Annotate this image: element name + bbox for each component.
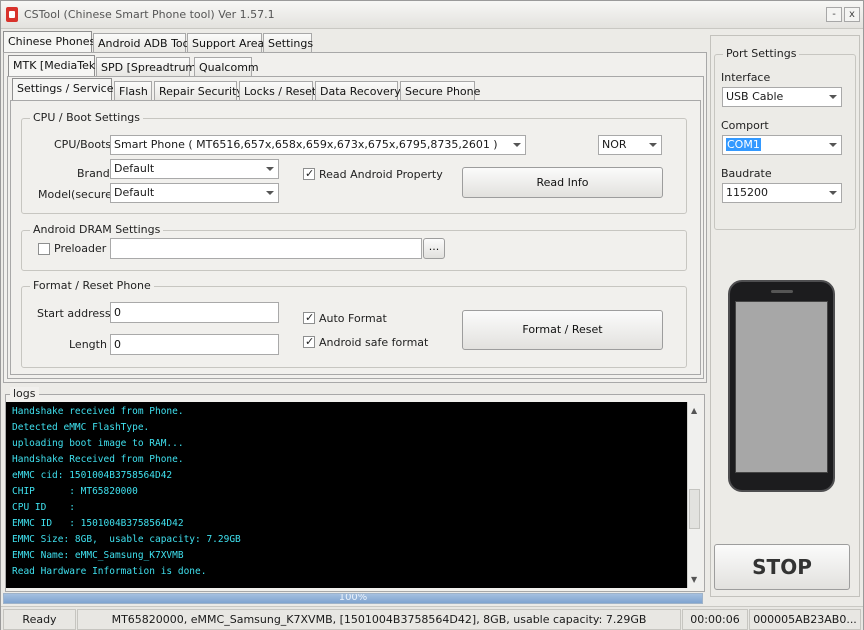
cpu-boot-group-title: CPU / Boot Settings (30, 111, 143, 124)
model-secure-label: Model(secure) (38, 188, 117, 201)
status-bar: Ready MT65820000, eMMC_Samsung_K7XVMB, [… (1, 606, 863, 630)
log-line: CHIP : MT65820000 (12, 486, 138, 497)
status-state: Ready (3, 609, 76, 630)
length-label: Length (69, 338, 107, 351)
chevron-down-icon (829, 191, 837, 195)
comport-select[interactable]: COM1 (722, 135, 842, 155)
android-safe-format-checkbox[interactable] (303, 335, 315, 348)
scroll-up-icon[interactable]: ▲ (691, 406, 697, 415)
read-android-property-checkbox[interactable] (303, 167, 315, 180)
log-line: CPU ID : (12, 502, 75, 513)
window-title: CSTool (Chinese Smart Phone tool) Ver 1.… (24, 8, 275, 21)
auto-format-label: Auto Format (319, 312, 387, 325)
cpu-boots-select[interactable]: Smart Phone ( MT6516,657x,658x,659x,673x… (110, 135, 526, 155)
tab-settings-services[interactable]: Settings / Services (12, 78, 119, 100)
read-info-button[interactable]: Read Info (462, 167, 663, 198)
brand-select[interactable]: Default (110, 159, 279, 179)
chevron-down-icon (829, 95, 837, 99)
chevron-down-icon (649, 143, 657, 147)
stop-button[interactable]: STOP (714, 544, 850, 590)
tab-flash[interactable]: Flash (114, 81, 152, 101)
log-output[interactable]: Handshake received from Phone. Detected e… (6, 402, 687, 588)
progress-bar: 100% (3, 593, 703, 604)
log-line: uploading boot image to RAM... (12, 438, 184, 449)
baudrate-value: 115200 (726, 186, 768, 199)
browse-preloader-button[interactable]: ... (423, 238, 445, 259)
format-group-title: Format / Reset Phone (30, 279, 154, 292)
app-window: CSTool (Chinese Smart Phone tool) Ver 1.… (0, 0, 864, 630)
chevron-down-icon (266, 167, 274, 171)
speaker-icon (771, 290, 793, 293)
status-timer: 00:00:06 (682, 609, 748, 630)
start-address-label: Start address (37, 307, 111, 320)
chevron-down-icon (829, 143, 837, 147)
comport-label: Comport (721, 119, 769, 132)
format-reset-button[interactable]: Format / Reset (462, 310, 663, 350)
model-secure-select[interactable]: Default (110, 183, 279, 203)
scroll-down-icon[interactable]: ▼ (691, 575, 697, 584)
app-icon (6, 7, 18, 22)
status-serial: 000005AB23AB0... (749, 609, 861, 630)
log-line: Handshake Received from Phone. (12, 454, 184, 465)
log-scrollbar[interactable]: ▲ ▼ (687, 402, 702, 588)
chevron-down-icon (513, 143, 521, 147)
storage-type-value: NOR (602, 138, 627, 151)
phone-image (728, 280, 835, 492)
baudrate-select[interactable]: 115200 (722, 183, 842, 203)
tab-settings[interactable]: Settings (263, 33, 313, 53)
brand-value: Default (114, 162, 155, 175)
chevron-down-icon (266, 191, 274, 195)
logs-title: logs (10, 387, 39, 400)
cpu-boots-label: CPU/Boots (54, 138, 112, 151)
read-android-property-label: Read Android Property (319, 168, 443, 181)
tab-secure-phone[interactable]: Secure Phone (400, 81, 480, 101)
minimize-button[interactable]: - (826, 7, 842, 22)
log-line: EMMC Name: eMMC_Samsung_K7XVMB (12, 550, 184, 561)
preloader-checkbox[interactable] (38, 243, 50, 255)
preloader-path-input[interactable] (110, 238, 422, 259)
title-bar[interactable]: CSTool (Chinese Smart Phone tool) Ver 1.… (1, 1, 863, 29)
tab-repair-security[interactable]: Repair Security (154, 81, 243, 101)
storage-type-select[interactable]: NOR (598, 135, 662, 155)
interface-select[interactable]: USB Cable (722, 87, 842, 107)
tab-support-area[interactable]: Support Area (187, 33, 264, 53)
log-line: Handshake received from Phone. (12, 406, 184, 417)
phone-screen (735, 301, 828, 473)
tab-android-adb-tool[interactable]: Android ADB Tool (93, 33, 192, 53)
progress-text: 100% (338, 593, 368, 603)
port-settings-title: Port Settings (723, 47, 800, 60)
log-line: Read Hardware Information is done. (12, 566, 207, 577)
scroll-thumb[interactable] (689, 489, 700, 529)
length-input[interactable]: 0 (110, 334, 279, 355)
tab-spd[interactable]: SPD [Spreadtrum] (96, 57, 200, 77)
dram-group-title: Android DRAM Settings (30, 223, 164, 236)
cpu-boots-value: Smart Phone ( MT6516,657x,658x,659x,673x… (114, 138, 498, 151)
preloader-label: Preloader (54, 242, 107, 255)
model-secure-value: Default (114, 186, 155, 199)
baudrate-label: Baudrate (721, 167, 772, 180)
log-line: Detected eMMC FlashType. (12, 422, 150, 433)
comport-value: COM1 (726, 138, 761, 151)
start-address-input[interactable]: 0 (110, 302, 279, 323)
tab-locks-reset[interactable]: Locks / Reset (239, 81, 316, 101)
interface-value: USB Cable (726, 90, 784, 103)
brand-label: Brand (77, 167, 110, 180)
log-line: eMMC cid: 1501004B3758564D42 (12, 470, 173, 481)
status-device-info: MT65820000, eMMC_Samsung_K7XVMB, [150100… (77, 609, 681, 630)
android-safe-format-label: Android safe format (319, 336, 429, 349)
tab-qualcomm[interactable]: Qualcomm (194, 57, 259, 77)
log-line: EMMC Size: 8GB, usable capacity: 7.29GB (12, 534, 241, 545)
log-line: EMMC ID : 1501004B3758564D42 (12, 518, 184, 529)
close-button[interactable]: x (844, 7, 860, 22)
tab-data-recovery[interactable]: Data Recovery (315, 81, 401, 101)
auto-format-checkbox[interactable] (303, 311, 315, 324)
interface-label: Interface (721, 71, 771, 84)
tab-chinese-phones[interactable]: Chinese Phones (3, 31, 95, 53)
tab-mtk[interactable]: MTK [MediaTek] (8, 55, 100, 77)
